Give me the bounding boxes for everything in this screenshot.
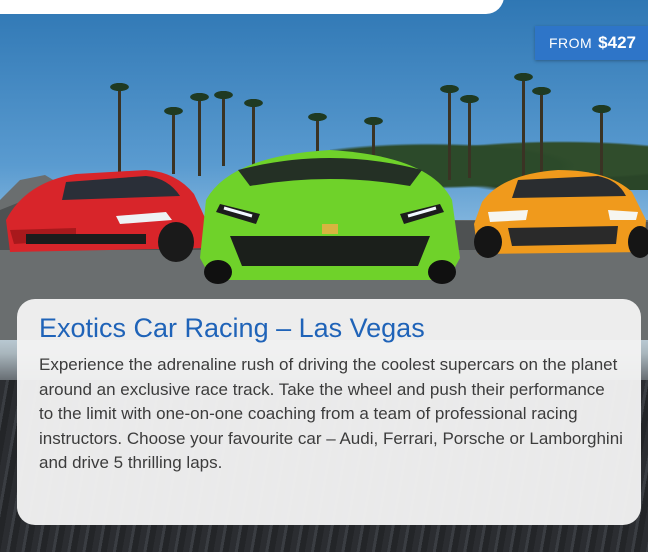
top-panel (0, 0, 504, 14)
price-value: $427 (598, 33, 636, 52)
experience-title[interactable]: Exotics Car Racing – Las Vegas (39, 311, 623, 345)
green-car-illustration (200, 150, 460, 284)
experience-description: Experience the adrenaline rush of drivin… (39, 355, 623, 472)
price-from-label: FROM (548, 35, 593, 51)
orange-car-illustration (474, 170, 648, 258)
info-card: Exotics Car Racing – Las Vegas Experienc… (17, 299, 641, 525)
price-badge: FROM $427 (534, 26, 648, 60)
